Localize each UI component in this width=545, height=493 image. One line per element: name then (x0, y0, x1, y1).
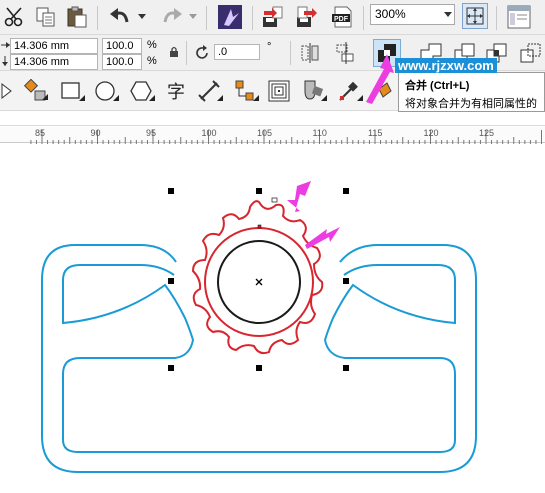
ruler-label: 110 (312, 128, 327, 138)
watermark: www.rjzxw.com (395, 58, 497, 73)
width-icon (0, 39, 10, 51)
height-field[interactable]: 14.306 mm (10, 54, 98, 70)
transparency-tool-icon[interactable] (300, 78, 328, 104)
import-icon[interactable] (259, 4, 287, 30)
drawing-area (41, 181, 477, 473)
rotation-value: .0 (218, 46, 228, 58)
ellipse-tool-icon[interactable] (92, 78, 120, 104)
simplify-icon[interactable] (518, 41, 544, 65)
zoom-value: 300% (375, 7, 406, 21)
rectangle-tool-icon[interactable] (58, 78, 86, 104)
redo-icon[interactable] (158, 4, 184, 30)
selection-handles (168, 188, 349, 371)
align-icon[interactable] (333, 41, 357, 65)
svg-text:PDF: PDF (334, 16, 349, 23)
paste-icon[interactable] (64, 4, 90, 30)
launcher-icon[interactable] (216, 3, 244, 31)
percent-y-label: % (147, 55, 157, 67)
scissors-icon[interactable] (2, 4, 28, 30)
drawing-canvas[interactable] (0, 144, 545, 493)
scale-y-field[interactable]: 100.0 (102, 54, 142, 70)
mirror-icon[interactable] (298, 41, 322, 65)
publish-pdf-icon[interactable]: PDF (329, 4, 357, 30)
ruler-label: 105 (257, 128, 273, 138)
interactive-fill-icon[interactable] (22, 78, 50, 104)
width-field[interactable]: 14.306 mm (10, 38, 98, 54)
height-icon (0, 55, 10, 67)
horizontal-ruler: 85 90 95 100 105 110 115 120 125 (0, 125, 545, 144)
connector-tool-icon[interactable] (232, 78, 260, 104)
chevron-down-icon (444, 12, 452, 17)
callout-arrow-right (305, 227, 340, 249)
ruler-label: 95 (146, 128, 157, 138)
ruler-label: 85 (35, 128, 46, 138)
rotation-field[interactable]: .0 (214, 44, 260, 60)
fullscreen-icon[interactable] (462, 3, 488, 29)
redo-dropdown-icon[interactable] (188, 12, 198, 22)
options-icon[interactable] (505, 3, 533, 31)
scale-x-value: 100.0 (106, 40, 134, 52)
tooltip-title: 合并 (Ctrl+L) (405, 80, 470, 92)
width-value: 14.306 mm (14, 40, 70, 52)
polygon-tool-icon[interactable] (128, 78, 156, 104)
standard-toolbar: PDF 300% (0, 0, 545, 35)
scale-y-value: 100.0 (106, 56, 134, 68)
scalloped-seal-shape (191, 200, 324, 355)
ruler-label: 125 (479, 128, 495, 138)
lock-ratio-icon[interactable] (168, 45, 180, 59)
ruler-label: 115 (368, 128, 383, 138)
degree-label: ° (267, 41, 272, 53)
blend-tool-icon[interactable] (266, 78, 294, 104)
dimension-tool-icon[interactable] (196, 78, 224, 104)
callout-arrow-toolbar (366, 54, 394, 104)
text-tool-icon[interactable]: 字 (162, 78, 190, 104)
callout-arrow-top (287, 181, 311, 212)
tooltip-description: 将对象合并为有相同属性的 (405, 98, 537, 110)
percent-x-label: % (147, 39, 157, 51)
combine-tooltip: 合并 (Ctrl+L) 将对象合并为有相同属性的 (398, 72, 545, 112)
undo-icon[interactable] (108, 4, 134, 30)
ruler-label: 120 (423, 128, 439, 138)
copy-icon[interactable] (33, 4, 59, 30)
ruler-label: 100 (201, 128, 217, 138)
undo-dropdown-icon[interactable] (137, 12, 147, 22)
shape-tool-icon[interactable] (0, 79, 14, 103)
zoom-select[interactable]: 300% (370, 4, 455, 25)
rotate-icon (194, 44, 212, 62)
ruler-ticks (30, 130, 542, 144)
coreldraw-window: PDF 300% 14.306 mm 14.306 mm 100.0 % 100… (0, 0, 545, 493)
height-value: 14.306 mm (14, 56, 70, 68)
ruler-label: 90 (90, 128, 101, 138)
inner-panel-shape (62, 264, 456, 453)
scale-x-field[interactable]: 100.0 (102, 38, 142, 54)
export-icon[interactable] (293, 4, 321, 30)
